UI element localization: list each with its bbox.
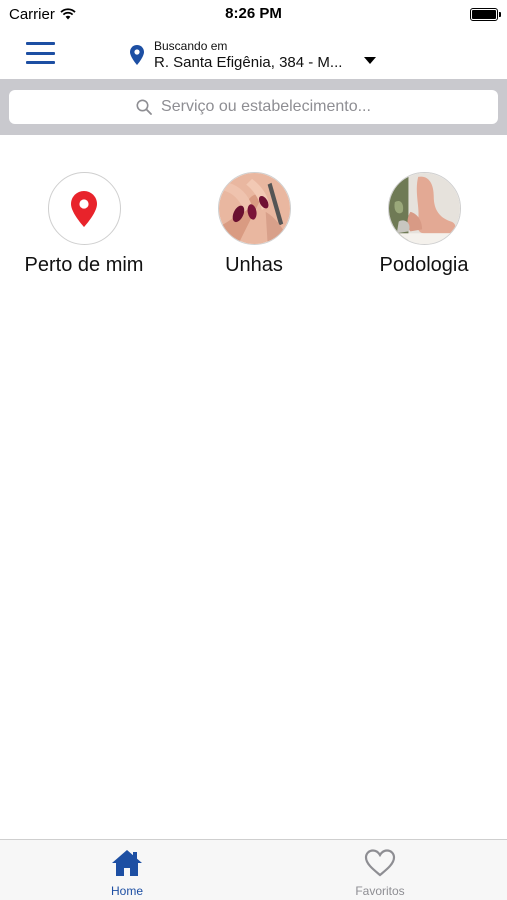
tab-home[interactable]: Home <box>67 840 187 900</box>
status-bar: Carrier <box>0 0 507 28</box>
location-caption: Buscando em <box>154 38 228 53</box>
location-pin-icon <box>130 45 144 65</box>
search-bar: Serviço ou estabelecimento... <box>0 79 507 135</box>
category-icon-circle <box>47 172 121 245</box>
category-label: Perto de mim <box>24 254 144 276</box>
wifi-icon <box>60 8 76 20</box>
feet-photo <box>387 172 461 245</box>
status-left: Carrier <box>9 6 76 23</box>
nails-photo <box>217 172 291 245</box>
menu-button[interactable] <box>26 42 55 64</box>
battery-icon <box>470 7 501 21</box>
tab-favoritos-label: Favoritos <box>355 884 405 898</box>
heart-icon <box>364 849 396 877</box>
category-unhas[interactable]: Unhas <box>179 172 329 282</box>
header: Buscando em R. Santa Efigênia, 384 - M..… <box>0 28 507 79</box>
category-list: Perto de mim Unhas Podologia <box>0 172 507 282</box>
category-label: Podologia <box>379 254 469 276</box>
tab-favoritos[interactable]: Favoritos <box>320 840 440 900</box>
search-icon <box>136 99 152 115</box>
carrier-label: Carrier <box>9 5 55 23</box>
chevron-down-icon[interactable] <box>364 57 376 64</box>
search-input[interactable]: Serviço ou estabelecimento... <box>9 90 498 124</box>
location-pin-icon <box>71 190 97 227</box>
menu-line <box>26 61 55 64</box>
screen: Carrier 8:26 PM Buscando em R. Santa Efi… <box>0 0 507 900</box>
category-podologia[interactable]: Podologia <box>349 172 499 282</box>
tab-bar: Home Favoritos <box>0 839 507 900</box>
location-selector[interactable]: Buscando em R. Santa Efigênia, 384 - M..… <box>130 36 380 74</box>
category-perto-de-mim[interactable]: Perto de mim <box>9 172 159 282</box>
tab-home-label: Home <box>110 884 143 898</box>
location-text: Buscando em R. Santa Efigênia, 384 - M..… <box>154 39 342 72</box>
search-placeholder: Serviço ou estabelecimento... <box>161 98 371 115</box>
menu-line <box>26 51 55 55</box>
menu-line <box>26 42 55 45</box>
category-label: Unhas <box>225 254 283 276</box>
location-address: R. Santa Efigênia, 384 - M... <box>154 53 343 71</box>
home-icon <box>112 850 142 876</box>
